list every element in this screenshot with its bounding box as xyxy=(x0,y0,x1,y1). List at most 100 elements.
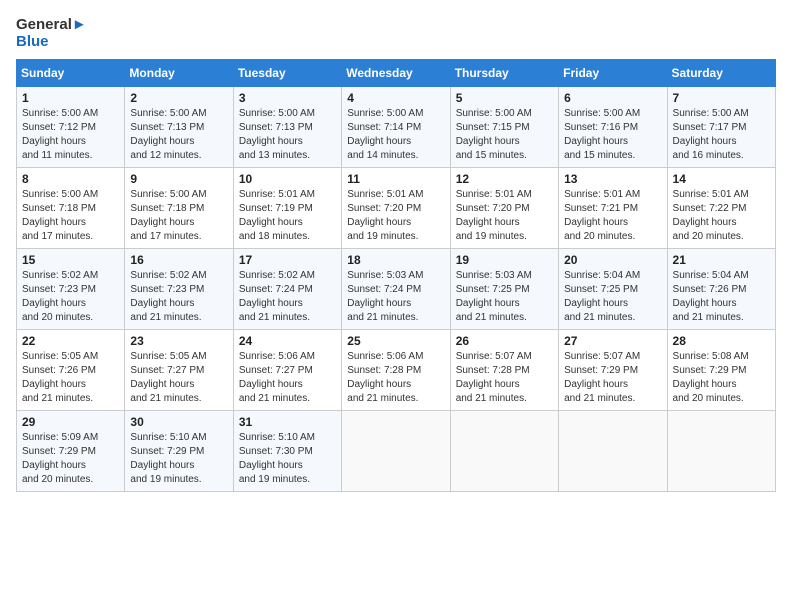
calendar-cell: 30 Sunrise: 5:10 AM Sunset: 7:29 PM Dayl… xyxy=(125,410,233,491)
calendar-cell: 26 Sunrise: 5:07 AM Sunset: 7:28 PM Dayl… xyxy=(450,329,558,410)
day-number: 9 xyxy=(130,172,227,186)
day-number: 17 xyxy=(239,253,336,267)
day-number: 3 xyxy=(239,91,336,105)
calendar-cell: 18 Sunrise: 5:03 AM Sunset: 7:24 PM Dayl… xyxy=(342,248,450,329)
calendar-cell: 1 Sunrise: 5:00 AM Sunset: 7:12 PM Dayli… xyxy=(17,86,125,167)
weekday-header: Monday xyxy=(125,59,233,86)
day-number: 7 xyxy=(673,91,770,105)
day-number: 15 xyxy=(22,253,119,267)
day-number: 22 xyxy=(22,334,119,348)
calendar-cell: 29 Sunrise: 5:09 AM Sunset: 7:29 PM Dayl… xyxy=(17,410,125,491)
day-info: Sunrise: 5:08 AM Sunset: 7:29 PM Dayligh… xyxy=(673,350,770,406)
day-number: 5 xyxy=(456,91,553,105)
day-info: Sunrise: 5:00 AM Sunset: 7:16 PM Dayligh… xyxy=(564,107,661,163)
day-info: Sunrise: 5:06 AM Sunset: 7:28 PM Dayligh… xyxy=(347,350,444,406)
day-info: Sunrise: 5:09 AM Sunset: 7:29 PM Dayligh… xyxy=(22,431,119,487)
day-number: 25 xyxy=(347,334,444,348)
day-info: Sunrise: 5:04 AM Sunset: 7:25 PM Dayligh… xyxy=(564,269,661,325)
calendar-cell: 12 Sunrise: 5:01 AM Sunset: 7:20 PM Dayl… xyxy=(450,167,558,248)
calendar-cell: 22 Sunrise: 5:05 AM Sunset: 7:26 PM Dayl… xyxy=(17,329,125,410)
day-info: Sunrise: 5:00 AM Sunset: 7:17 PM Dayligh… xyxy=(673,107,770,163)
day-info: Sunrise: 5:04 AM Sunset: 7:26 PM Dayligh… xyxy=(673,269,770,325)
day-info: Sunrise: 5:03 AM Sunset: 7:24 PM Dayligh… xyxy=(347,269,444,325)
day-info: Sunrise: 5:01 AM Sunset: 7:20 PM Dayligh… xyxy=(456,188,553,244)
day-info: Sunrise: 5:10 AM Sunset: 7:29 PM Dayligh… xyxy=(130,431,227,487)
calendar-cell: 2 Sunrise: 5:00 AM Sunset: 7:13 PM Dayli… xyxy=(125,86,233,167)
day-number: 10 xyxy=(239,172,336,186)
weekday-header: Sunday xyxy=(17,59,125,86)
calendar-cell: 24 Sunrise: 5:06 AM Sunset: 7:27 PM Dayl… xyxy=(233,329,341,410)
day-info: Sunrise: 5:07 AM Sunset: 7:29 PM Dayligh… xyxy=(564,350,661,406)
day-info: Sunrise: 5:05 AM Sunset: 7:26 PM Dayligh… xyxy=(22,350,119,406)
calendar-cell: 19 Sunrise: 5:03 AM Sunset: 7:25 PM Dayl… xyxy=(450,248,558,329)
day-number: 30 xyxy=(130,415,227,429)
day-info: Sunrise: 5:05 AM Sunset: 7:27 PM Dayligh… xyxy=(130,350,227,406)
day-number: 13 xyxy=(564,172,661,186)
calendar-cell: 7 Sunrise: 5:00 AM Sunset: 7:17 PM Dayli… xyxy=(667,86,775,167)
day-number: 19 xyxy=(456,253,553,267)
day-info: Sunrise: 5:01 AM Sunset: 7:21 PM Dayligh… xyxy=(564,188,661,244)
day-number: 31 xyxy=(239,415,336,429)
day-number: 27 xyxy=(564,334,661,348)
day-number: 21 xyxy=(673,253,770,267)
day-info: Sunrise: 5:02 AM Sunset: 7:24 PM Dayligh… xyxy=(239,269,336,325)
day-number: 29 xyxy=(22,415,119,429)
calendar-cell: 31 Sunrise: 5:10 AM Sunset: 7:30 PM Dayl… xyxy=(233,410,341,491)
weekday-header: Thursday xyxy=(450,59,558,86)
day-info: Sunrise: 5:06 AM Sunset: 7:27 PM Dayligh… xyxy=(239,350,336,406)
calendar-cell: 8 Sunrise: 5:00 AM Sunset: 7:18 PM Dayli… xyxy=(17,167,125,248)
calendar-cell: 23 Sunrise: 5:05 AM Sunset: 7:27 PM Dayl… xyxy=(125,329,233,410)
day-number: 24 xyxy=(239,334,336,348)
calendar-cell: 6 Sunrise: 5:00 AM Sunset: 7:16 PM Dayli… xyxy=(559,86,667,167)
day-info: Sunrise: 5:00 AM Sunset: 7:18 PM Dayligh… xyxy=(22,188,119,244)
day-info: Sunrise: 5:02 AM Sunset: 7:23 PM Dayligh… xyxy=(130,269,227,325)
calendar-cell: 11 Sunrise: 5:01 AM Sunset: 7:20 PM Dayl… xyxy=(342,167,450,248)
day-number: 1 xyxy=(22,91,119,105)
calendar-table: SundayMondayTuesdayWednesdayThursdayFrid… xyxy=(16,59,776,492)
calendar-cell: 28 Sunrise: 5:08 AM Sunset: 7:29 PM Dayl… xyxy=(667,329,775,410)
day-number: 4 xyxy=(347,91,444,105)
day-info: Sunrise: 5:00 AM Sunset: 7:14 PM Dayligh… xyxy=(347,107,444,163)
day-number: 23 xyxy=(130,334,227,348)
calendar-cell: 9 Sunrise: 5:00 AM Sunset: 7:18 PM Dayli… xyxy=(125,167,233,248)
calendar-cell: 5 Sunrise: 5:00 AM Sunset: 7:15 PM Dayli… xyxy=(450,86,558,167)
calendar-cell: 16 Sunrise: 5:02 AM Sunset: 7:23 PM Dayl… xyxy=(125,248,233,329)
weekday-header: Saturday xyxy=(667,59,775,86)
day-number: 2 xyxy=(130,91,227,105)
day-info: Sunrise: 5:01 AM Sunset: 7:20 PM Dayligh… xyxy=(347,188,444,244)
calendar-cell: 17 Sunrise: 5:02 AM Sunset: 7:24 PM Dayl… xyxy=(233,248,341,329)
day-info: Sunrise: 5:00 AM Sunset: 7:15 PM Dayligh… xyxy=(456,107,553,163)
day-number: 28 xyxy=(673,334,770,348)
day-number: 20 xyxy=(564,253,661,267)
calendar-cell: 25 Sunrise: 5:06 AM Sunset: 7:28 PM Dayl… xyxy=(342,329,450,410)
day-info: Sunrise: 5:00 AM Sunset: 7:18 PM Dayligh… xyxy=(130,188,227,244)
weekday-header: Tuesday xyxy=(233,59,341,86)
day-info: Sunrise: 5:00 AM Sunset: 7:13 PM Dayligh… xyxy=(239,107,336,163)
calendar-cell: 14 Sunrise: 5:01 AM Sunset: 7:22 PM Dayl… xyxy=(667,167,775,248)
calendar-cell xyxy=(667,410,775,491)
day-number: 12 xyxy=(456,172,553,186)
calendar-cell: 21 Sunrise: 5:04 AM Sunset: 7:26 PM Dayl… xyxy=(667,248,775,329)
day-number: 18 xyxy=(347,253,444,267)
day-info: Sunrise: 5:00 AM Sunset: 7:12 PM Dayligh… xyxy=(22,107,119,163)
day-info: Sunrise: 5:00 AM Sunset: 7:13 PM Dayligh… xyxy=(130,107,227,163)
day-number: 14 xyxy=(673,172,770,186)
calendar-cell: 10 Sunrise: 5:01 AM Sunset: 7:19 PM Dayl… xyxy=(233,167,341,248)
calendar-cell: 20 Sunrise: 5:04 AM Sunset: 7:25 PM Dayl… xyxy=(559,248,667,329)
logo: General► Blue xyxy=(16,16,87,51)
day-info: Sunrise: 5:07 AM Sunset: 7:28 PM Dayligh… xyxy=(456,350,553,406)
day-info: Sunrise: 5:01 AM Sunset: 7:22 PM Dayligh… xyxy=(673,188,770,244)
calendar-cell xyxy=(559,410,667,491)
day-info: Sunrise: 5:02 AM Sunset: 7:23 PM Dayligh… xyxy=(22,269,119,325)
weekday-header: Wednesday xyxy=(342,59,450,86)
day-info: Sunrise: 5:03 AM Sunset: 7:25 PM Dayligh… xyxy=(456,269,553,325)
day-number: 11 xyxy=(347,172,444,186)
day-number: 26 xyxy=(456,334,553,348)
calendar-cell: 15 Sunrise: 5:02 AM Sunset: 7:23 PM Dayl… xyxy=(17,248,125,329)
day-number: 6 xyxy=(564,91,661,105)
calendar-cell: 27 Sunrise: 5:07 AM Sunset: 7:29 PM Dayl… xyxy=(559,329,667,410)
weekday-header: Friday xyxy=(559,59,667,86)
day-number: 16 xyxy=(130,253,227,267)
calendar-cell xyxy=(450,410,558,491)
day-number: 8 xyxy=(22,172,119,186)
